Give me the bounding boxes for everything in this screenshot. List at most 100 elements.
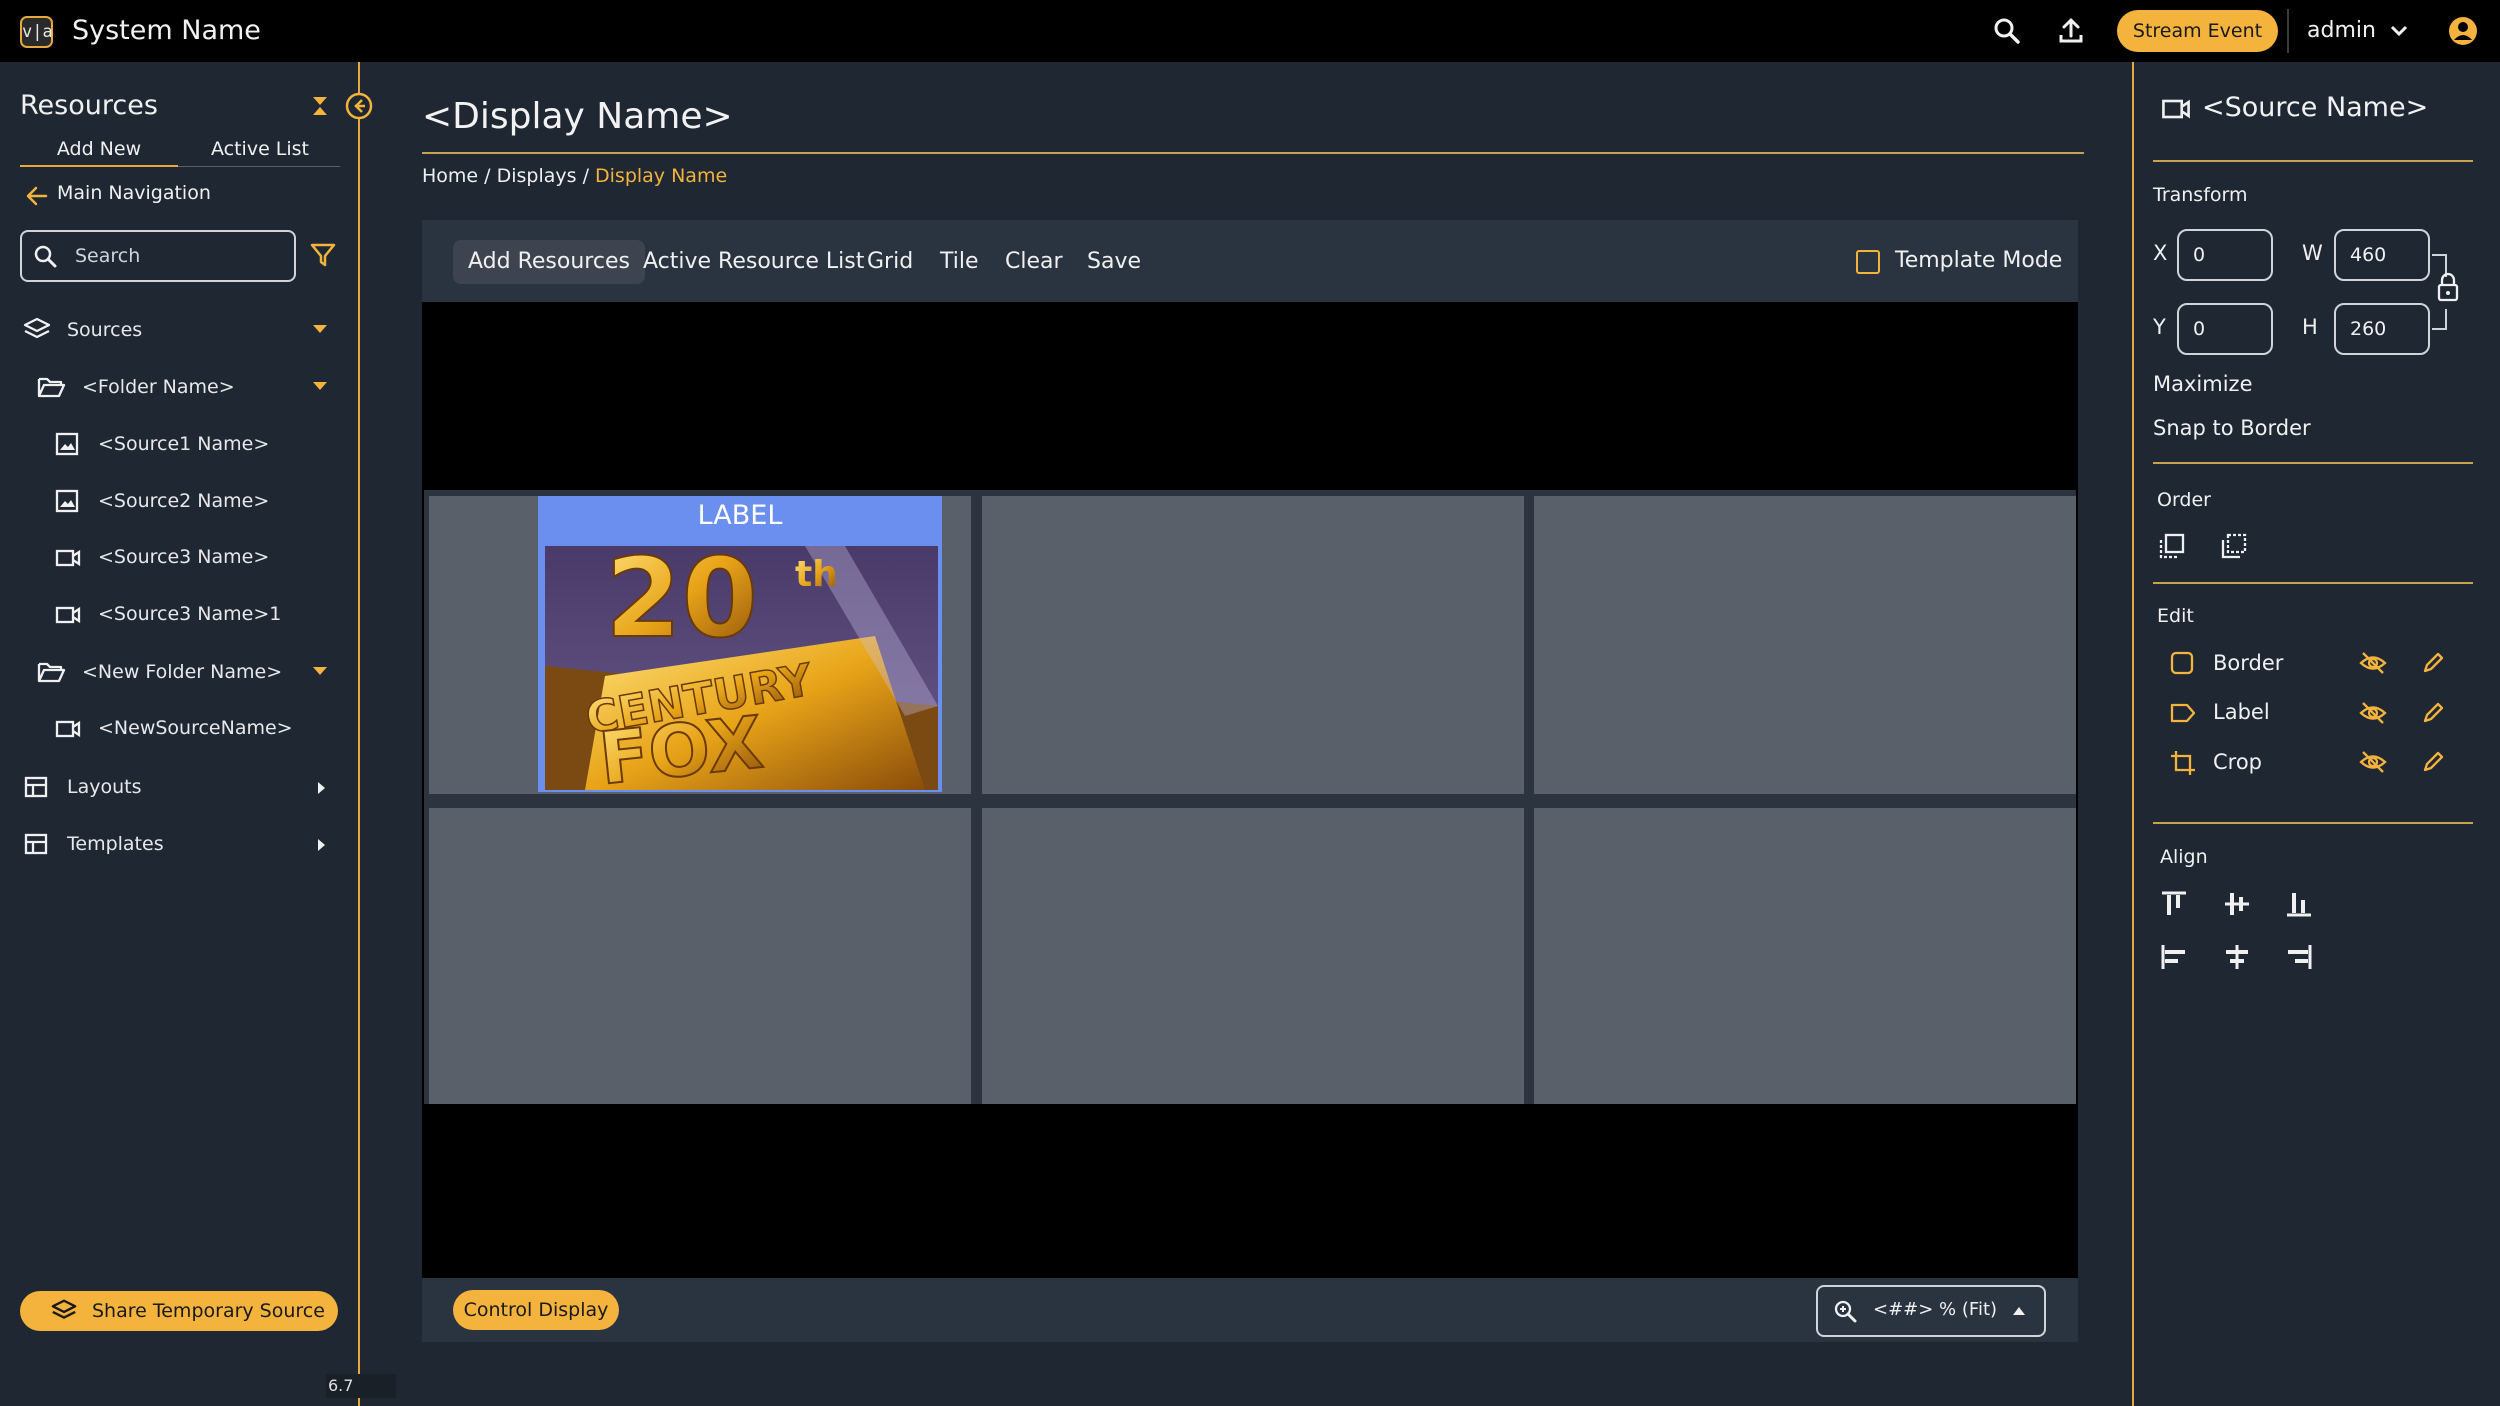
grid-cell[interactable]	[1534, 496, 2076, 794]
align-top-icon[interactable]	[2159, 889, 2189, 919]
save-button[interactable]: Save	[1072, 240, 1156, 284]
share-temporary-source-button[interactable]: Share Temporary Source	[20, 1291, 338, 1331]
pencil-icon[interactable]	[2420, 700, 2446, 726]
width-field[interactable]: 460	[2334, 229, 2430, 281]
tree-item-templates[interactable]: Templates	[67, 833, 164, 855]
breadcrumb-separator: /	[478, 165, 497, 187]
y-field[interactable]: 0	[2177, 303, 2273, 355]
arrow-left-icon[interactable]	[24, 184, 50, 210]
search-input[interactable]: Search	[20, 230, 296, 282]
grid-cell[interactable]	[1534, 808, 2076, 1104]
bring-forward-icon[interactable]	[2157, 531, 2187, 561]
send-backward-icon[interactable]	[2219, 531, 2249, 561]
tree-item-source1[interactable]: <Source1 Name>	[98, 433, 269, 455]
upload-icon[interactable]	[2054, 14, 2088, 48]
grid-cell[interactable]	[982, 496, 1524, 794]
tree-item-source2[interactable]: <Source2 Name>	[98, 490, 269, 512]
breadcrumb-separator: /	[576, 165, 596, 187]
image-icon	[54, 431, 80, 457]
tile-button[interactable]: Tile	[925, 240, 994, 284]
video-camera-icon	[54, 716, 82, 742]
lock-aspect-icon[interactable]	[2430, 253, 2466, 333]
breadcrumb-displays[interactable]: Displays	[497, 165, 577, 187]
breadcrumb-current: Display Name	[595, 165, 728, 187]
tree-item-new-folder[interactable]: <New Folder Name>	[82, 661, 282, 683]
breadcrumb-home[interactable]: Home	[422, 165, 478, 187]
collapse-sidebar-icon[interactable]	[342, 89, 376, 123]
add-resources-button[interactable]: Add Resources	[453, 240, 645, 284]
caret-down-icon[interactable]	[310, 664, 330, 678]
tree-item-layouts[interactable]: Layouts	[67, 776, 142, 798]
tree-item-source3-1[interactable]: <Source3 Name>1	[98, 603, 281, 625]
tree-item-source3[interactable]: <Source3 Name>	[98, 546, 269, 568]
filter-icon[interactable]	[308, 240, 338, 270]
video-camera-icon	[54, 545, 82, 571]
tree-item-folder[interactable]: <Folder Name>	[82, 376, 235, 398]
caret-up-icon	[2010, 1304, 2028, 1318]
height-field[interactable]: 260	[2334, 303, 2430, 355]
eye-off-icon[interactable]	[2358, 649, 2388, 677]
chevron-down-icon[interactable]	[2382, 14, 2416, 48]
edit-label-label: Label	[2213, 700, 2270, 724]
w-label: W	[2302, 241, 2323, 265]
clear-button[interactable]: Clear	[990, 240, 1078, 284]
active-resource-list-button[interactable]: Active Resource List	[628, 240, 879, 284]
control-display-button[interactable]: Control Display	[453, 1290, 619, 1330]
user-name[interactable]: admin	[2307, 18, 2376, 43]
tab-active-list[interactable]: Active List	[180, 138, 340, 168]
layout-icon	[22, 773, 50, 801]
eye-off-icon[interactable]	[2358, 699, 2388, 727]
caret-right-icon[interactable]	[314, 778, 328, 798]
snap-to-border-button[interactable]: Snap to Border	[2153, 416, 2311, 440]
search-icon	[32, 243, 60, 271]
system-name: System Name	[72, 15, 261, 46]
app-logo[interactable]: v|a	[20, 16, 53, 48]
layers-icon	[50, 1297, 78, 1325]
source-thumbnail: 20 th CENTURY FOX	[545, 546, 938, 790]
collapse-all-icon[interactable]	[306, 92, 334, 120]
transform-title: Transform	[2153, 184, 2248, 206]
zoom-value: <##> % (Fit)	[1873, 1299, 1998, 1320]
stream-event-button[interactable]: Stream Event	[2117, 10, 2278, 52]
sidebar-divider	[358, 62, 360, 1406]
edit-border-label: Border	[2213, 651, 2284, 675]
caret-down-icon[interactable]	[310, 322, 330, 336]
grid-cell[interactable]	[429, 808, 971, 1104]
align-center-icon[interactable]	[2222, 942, 2252, 972]
maximize-button[interactable]: Maximize	[2153, 372, 2252, 396]
search-icon[interactable]	[1990, 14, 2024, 48]
align-bottom-icon[interactable]	[2284, 889, 2314, 919]
section-divider	[2153, 582, 2473, 584]
image-icon	[54, 488, 80, 514]
main-navigation-link[interactable]: Main Navigation	[57, 182, 211, 204]
tree-item-new-source[interactable]: <NewSourceName>	[98, 717, 293, 739]
layout-icon	[22, 830, 50, 858]
pencil-icon[interactable]	[2420, 749, 2446, 775]
active-tab-indicator	[20, 165, 178, 167]
account-icon[interactable]	[2446, 14, 2480, 48]
caret-right-icon[interactable]	[314, 835, 328, 855]
align-title: Align	[2160, 846, 2208, 868]
tab-add-new[interactable]: Add New	[20, 138, 178, 168]
template-mode-checkbox[interactable]	[1856, 250, 1880, 274]
video-camera-icon	[2160, 94, 2192, 124]
crop-icon	[2169, 749, 2197, 777]
tag-icon	[2169, 700, 2197, 726]
tree-item-sources[interactable]: Sources	[67, 319, 142, 341]
folder-open-icon	[36, 658, 66, 686]
x-field[interactable]: 0	[2177, 229, 2273, 281]
h-label: H	[2302, 315, 2318, 339]
x-label: X	[2153, 241, 2168, 265]
grid-button[interactable]: Grid	[852, 240, 928, 284]
section-divider	[2153, 160, 2473, 162]
zoom-icon	[1832, 1298, 1860, 1326]
align-right-icon[interactable]	[2284, 942, 2314, 972]
edit-crop-label: Crop	[2213, 750, 2263, 774]
eye-off-icon[interactable]	[2358, 748, 2388, 776]
grid-cell[interactable]	[982, 808, 1524, 1104]
edit-title: Edit	[2157, 605, 2194, 627]
align-left-icon[interactable]	[2159, 942, 2189, 972]
pencil-icon[interactable]	[2420, 650, 2446, 676]
caret-down-icon[interactable]	[310, 379, 330, 393]
align-middle-icon[interactable]	[2222, 889, 2252, 919]
